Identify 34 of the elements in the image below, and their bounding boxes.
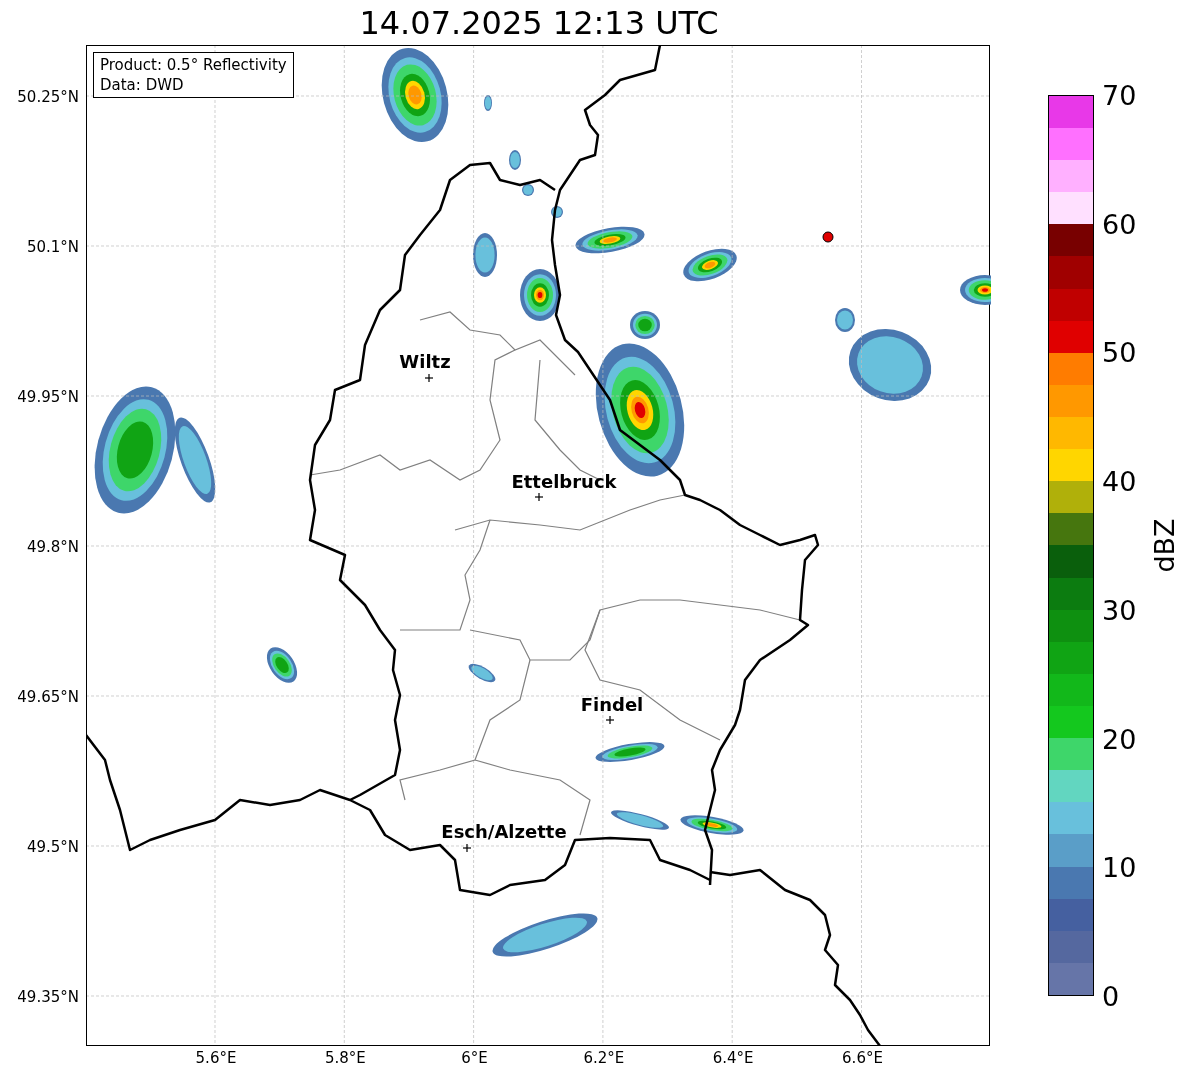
- city-marker: [462, 843, 472, 853]
- latitude-label: 49.65°N: [17, 689, 79, 705]
- latitude-label: 49.8°N: [26, 539, 79, 555]
- latitude-label: 49.5°N: [26, 839, 79, 855]
- city-marker: [424, 373, 434, 383]
- latitude-label: 50.25°N: [17, 89, 79, 105]
- colorbar-tick-label: 20: [1102, 725, 1137, 753]
- colorbar-tick-label: 40: [1102, 467, 1137, 495]
- city-label: Findel: [580, 696, 644, 714]
- info-text: Product: 0.5° Reflectivity: [100, 55, 287, 75]
- longitude-label: 6°E: [461, 1051, 488, 1066]
- longitude-label: 5.6°E: [195, 1051, 237, 1066]
- longitude-label: 6.4°E: [712, 1051, 754, 1066]
- latitude-label: 49.95°N: [17, 389, 79, 405]
- radar-site-marker: [822, 231, 834, 243]
- longitude-label: 6.6°E: [842, 1051, 883, 1066]
- colorbar-label: dBZ: [1150, 518, 1178, 573]
- city-marker: [534, 492, 544, 502]
- colorbar-tick-label: 60: [1102, 210, 1137, 238]
- city-marker: [605, 715, 615, 725]
- longitude-label: 5.8°E: [324, 1051, 366, 1066]
- info-text: Data: DWD: [100, 75, 185, 95]
- colorbar-tick-label: 70: [1102, 81, 1137, 109]
- city-label: Ettelbruck: [511, 473, 617, 491]
- colorbar-tick-label: 30: [1102, 596, 1137, 624]
- colorbar-tick-label: 10: [1102, 853, 1137, 881]
- latitude-label: 50.1°N: [26, 239, 79, 255]
- latitude-label: 49.35°N: [17, 989, 79, 1005]
- colorbar-tick-label: 0: [1102, 982, 1120, 1010]
- colorbar-tick-label: 50: [1102, 338, 1137, 366]
- longitude-label: 6.2°E: [583, 1051, 625, 1066]
- chart-title: 14.07.2025 12:13 UTC: [359, 6, 719, 39]
- city-label: Esch/Alzette: [441, 823, 567, 841]
- city-label: Wiltz: [399, 353, 451, 371]
